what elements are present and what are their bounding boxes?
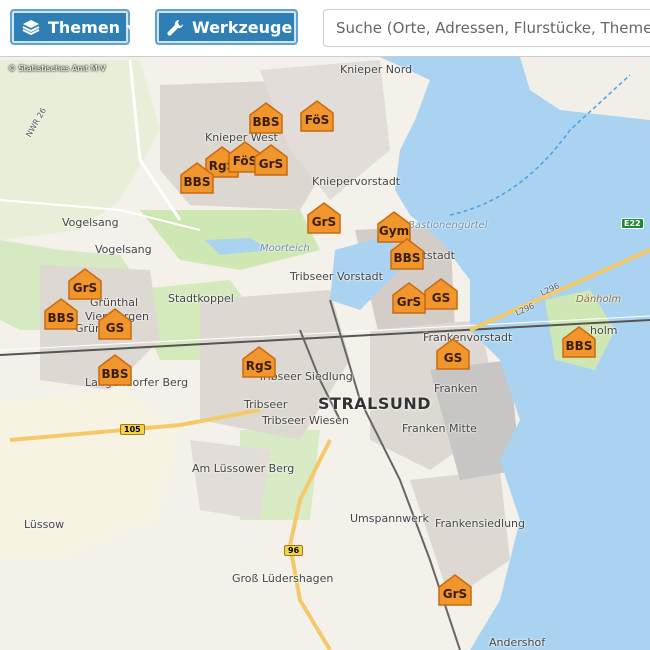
marker-label: BBS <box>565 339 593 353</box>
road-shield-e22: E22 <box>621 218 644 229</box>
school-marker-bbs-2[interactable]: BBS <box>180 162 214 194</box>
copyright-text: © Statistisches Amt M-V <box>8 64 106 73</box>
place-stadtkoppel: Stadtkoppel <box>168 292 234 305</box>
marker-label: BBS <box>47 311 75 325</box>
layers-icon <box>22 19 40 35</box>
school-marker-bbs-3[interactable]: BBS <box>390 238 424 270</box>
themes-label: Themen <box>48 17 121 37</box>
marker-label: GS <box>443 351 463 365</box>
place-tribseer-wiesen: Tribseer Wiesen <box>262 414 349 427</box>
school-marker-gs-3[interactable]: GS <box>436 338 470 370</box>
road-shield-105: 105 <box>120 424 145 435</box>
marker-label: GrS <box>72 281 98 295</box>
chevron-down-icon <box>298 24 307 30</box>
school-marker-rgs-2[interactable]: RgS <box>242 346 276 378</box>
school-marker-gs-2[interactable]: GS <box>98 308 132 340</box>
place-vogelsang-2: Vogelsang <box>95 243 152 256</box>
school-marker-bbs[interactable]: BBS <box>249 102 283 134</box>
place-knieper-nord: Knieper Nord <box>340 63 413 76</box>
place-umspannwerk: Umspannwerk <box>350 512 429 525</box>
place-franken: Franken <box>434 382 478 395</box>
school-marker-gs[interactable]: GS <box>424 278 458 310</box>
marker-label: Gym <box>378 224 410 238</box>
marker-label: BBS <box>101 367 129 381</box>
place-franken-mitte: Franken Mitte <box>402 422 477 435</box>
marker-label: BBS <box>393 251 421 265</box>
place-luessow: Lüssow <box>24 518 65 531</box>
tools-button[interactable]: Werkzeuge <box>155 9 307 45</box>
themes-button[interactable]: Themen <box>10 9 135 45</box>
school-marker-foes[interactable]: FöS <box>300 100 334 132</box>
school-marker-bbs-4[interactable]: BBS <box>44 298 78 330</box>
road-shield-96: 96 <box>284 545 304 556</box>
place-andershof: Andershof <box>489 636 546 649</box>
marker-label: GS <box>105 321 125 335</box>
search-input[interactable] <box>323 9 650 47</box>
place-moorteich: Moorteich <box>260 243 310 254</box>
school-marker-grs-5[interactable]: GrS <box>438 574 472 606</box>
toolbar: Themen Werkzeuge <box>0 0 650 57</box>
marker-label: BBS <box>183 175 211 189</box>
place-stralsund: STRALSUND <box>318 394 432 413</box>
place-daenholm: Dänholm <box>576 294 622 305</box>
place-am-luessower-berg: Am Lüssower Berg <box>192 462 295 475</box>
marker-label: FöS <box>304 113 330 127</box>
place-tribseer: Tribseer <box>244 398 288 411</box>
tools-label: Werkzeuge <box>192 17 293 37</box>
place-vogelsang: Vogelsang <box>62 216 119 229</box>
marker-label: GrS <box>442 587 468 601</box>
school-marker-grs-3[interactable]: GrS <box>392 282 426 314</box>
place-tribseer-vorstadt: Tribseer Vorstadt <box>290 270 383 283</box>
wrench-icon <box>167 19 184 36</box>
marker-label: RgS <box>245 359 273 373</box>
marker-label: GrS <box>311 215 337 229</box>
school-marker-grs[interactable]: GrS <box>254 144 288 176</box>
marker-label: BBS <box>252 115 280 129</box>
place-bastionenguertel: Bastionengürtel <box>408 220 488 231</box>
school-marker-bbs-6[interactable]: BBS <box>562 326 596 358</box>
place-gross-luedershagen: Groß Lüdershagen <box>232 572 334 585</box>
school-marker-bbs-5[interactable]: BBS <box>98 354 132 386</box>
place-kniepervorstadt: Kniepervorstadt <box>312 175 401 188</box>
school-marker-grs-2[interactable]: GrS <box>307 202 341 234</box>
marker-label: GrS <box>258 157 284 171</box>
place-frankensiedlung: Frankensiedlung <box>435 517 525 530</box>
chevron-down-icon <box>126 24 135 30</box>
school-marker-grs-4[interactable]: GrS <box>68 268 102 300</box>
marker-label: GrS <box>396 295 422 309</box>
marker-label: GS <box>431 291 451 305</box>
